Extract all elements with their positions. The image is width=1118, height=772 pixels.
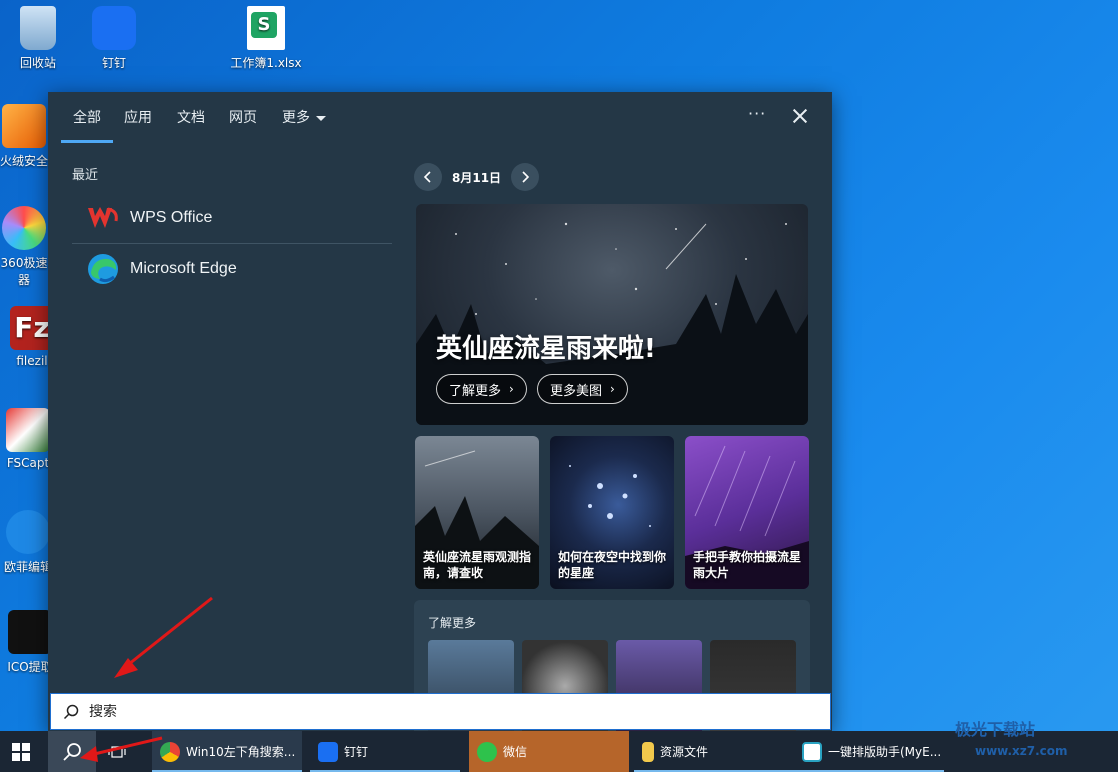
search-bar (50, 693, 831, 730)
desktop-icon-recycle-bin[interactable]: 回收站 (0, 6, 78, 71)
desktop-icon-dingtalk[interactable]: 钉钉 (74, 6, 154, 71)
watermark-url: www.xz7.com (975, 744, 1068, 758)
article-card[interactable]: 如何在夜空中找到你的星座 (550, 436, 674, 589)
date-navigator: 8月11日 (414, 162, 540, 192)
ico-extractor-icon (8, 610, 52, 654)
desktop-icon-label: 回收站 (19, 56, 56, 70)
article-card[interactable]: 英仙座流星雨观测指南，请查收 (415, 436, 539, 589)
spreadsheet-icon: S (247, 6, 285, 50)
search-input[interactable] (89, 703, 689, 720)
task-view-button[interactable] (108, 731, 132, 772)
dingtalk-icon (318, 741, 338, 762)
windows-icon (12, 742, 30, 761)
chevron-right-icon: › (610, 382, 615, 396)
more-images-label: 更多美图 (550, 383, 603, 399)
search-tabs: 全部 应用 文档 网页 更多 ··· (48, 92, 832, 143)
edge-icon (86, 252, 120, 286)
wps-icon (86, 201, 120, 235)
card-caption: 英仙座流星雨观测指南，请查收 (423, 550, 532, 580)
tab-web[interactable]: 网页 (229, 107, 257, 127)
learn-more-label: 了解更多 (449, 383, 502, 399)
folder-icon (642, 741, 654, 762)
app-name: WPS Office (130, 209, 213, 226)
taskbar-app-label: 钉钉 (344, 745, 369, 759)
huorong-icon (2, 104, 46, 148)
article-card[interactable]: 手把手教你拍摄流星雨大片 (685, 436, 809, 589)
recent-app-edge[interactable]: Microsoft Edge (72, 244, 392, 294)
app-name: Microsoft Edge (130, 260, 237, 277)
taskbar-app-dingtalk[interactable]: 钉钉 (310, 731, 460, 772)
taskbar-app-chrome[interactable]: Win10左下角搜索... (152, 731, 302, 772)
card-caption: 如何在夜空中找到你的星座 (558, 550, 667, 580)
learn-more-button[interactable]: 了解更多 › (436, 374, 527, 404)
desktop-icon-label: 钉钉 (101, 56, 126, 70)
ellipsis-icon[interactable]: ··· (748, 104, 766, 123)
wechat-icon (477, 741, 497, 762)
close-icon[interactable] (790, 106, 810, 126)
search-icon (63, 742, 81, 761)
fscapture-icon (6, 408, 50, 452)
start-button[interactable] (12, 731, 42, 772)
chevron-left-icon[interactable] (414, 163, 442, 191)
hero-card[interactable]: 英仙座流星雨来啦! 了解更多 › 更多美图 › (416, 204, 808, 425)
taskbar-search-button[interactable] (48, 731, 96, 772)
tab-more-label: 更多 (282, 110, 310, 126)
tab-more[interactable]: 更多 (282, 107, 326, 127)
chevron-right-icon: › (509, 382, 514, 396)
hero-title: 英仙座流星雨来啦! (436, 334, 656, 364)
dingtalk-icon (92, 6, 136, 50)
taskbar-app-label: 资源文件 (660, 745, 709, 759)
search-panel: 全部 应用 文档 网页 更多 ··· 最近 WPS Office Microso… (48, 92, 832, 732)
taskbar-app-label: Win10左下角搜索... (186, 745, 296, 759)
recycle-bin-icon (20, 6, 56, 50)
chrome-icon (160, 741, 180, 762)
taskbar-app-folder[interactable]: 资源文件 (634, 731, 794, 772)
recent-heading: 最近 (72, 168, 99, 183)
more-images-button[interactable]: 更多美图 › (537, 374, 628, 404)
search-icon (63, 704, 79, 719)
tab-apps[interactable]: 应用 (124, 107, 152, 127)
card-caption: 手把手教你拍摄流星雨大片 (693, 550, 802, 580)
watermark-title: 极光下载站 (955, 720, 1036, 739)
desktop-icon-workbook[interactable]: S 工作簿1.xlsx (226, 6, 306, 71)
oufei-icon (6, 510, 50, 554)
taskbar: Win10左下角搜索... 钉钉 微信 资源文件 一键排版助手(MyE... (0, 731, 1118, 772)
chevron-down-icon (316, 115, 326, 121)
tab-all[interactable]: 全部 (61, 107, 113, 143)
tab-documents[interactable]: 文档 (177, 107, 205, 127)
taskbar-app-myeditor[interactable]: 一键排版助手(MyE... (794, 731, 944, 772)
360-browser-icon (2, 206, 46, 250)
chevron-right-icon[interactable] (511, 163, 540, 191)
recent-app-wps[interactable]: WPS Office (72, 193, 392, 243)
taskbar-app-wechat[interactable]: 微信 (469, 731, 629, 772)
learn-more-heading: 了解更多 (428, 616, 477, 630)
date-label: 8月11日 (452, 170, 502, 185)
taskbar-app-label: 一键排版助手(MyE... (828, 745, 942, 759)
desktop-icon-label: 工作簿1.xlsx (230, 56, 302, 70)
myeditor-icon (802, 741, 822, 762)
watermark: 极光下载站 www.xz7.com (955, 716, 1068, 759)
task-view-icon (108, 745, 126, 758)
taskbar-app-label: 微信 (503, 745, 528, 759)
